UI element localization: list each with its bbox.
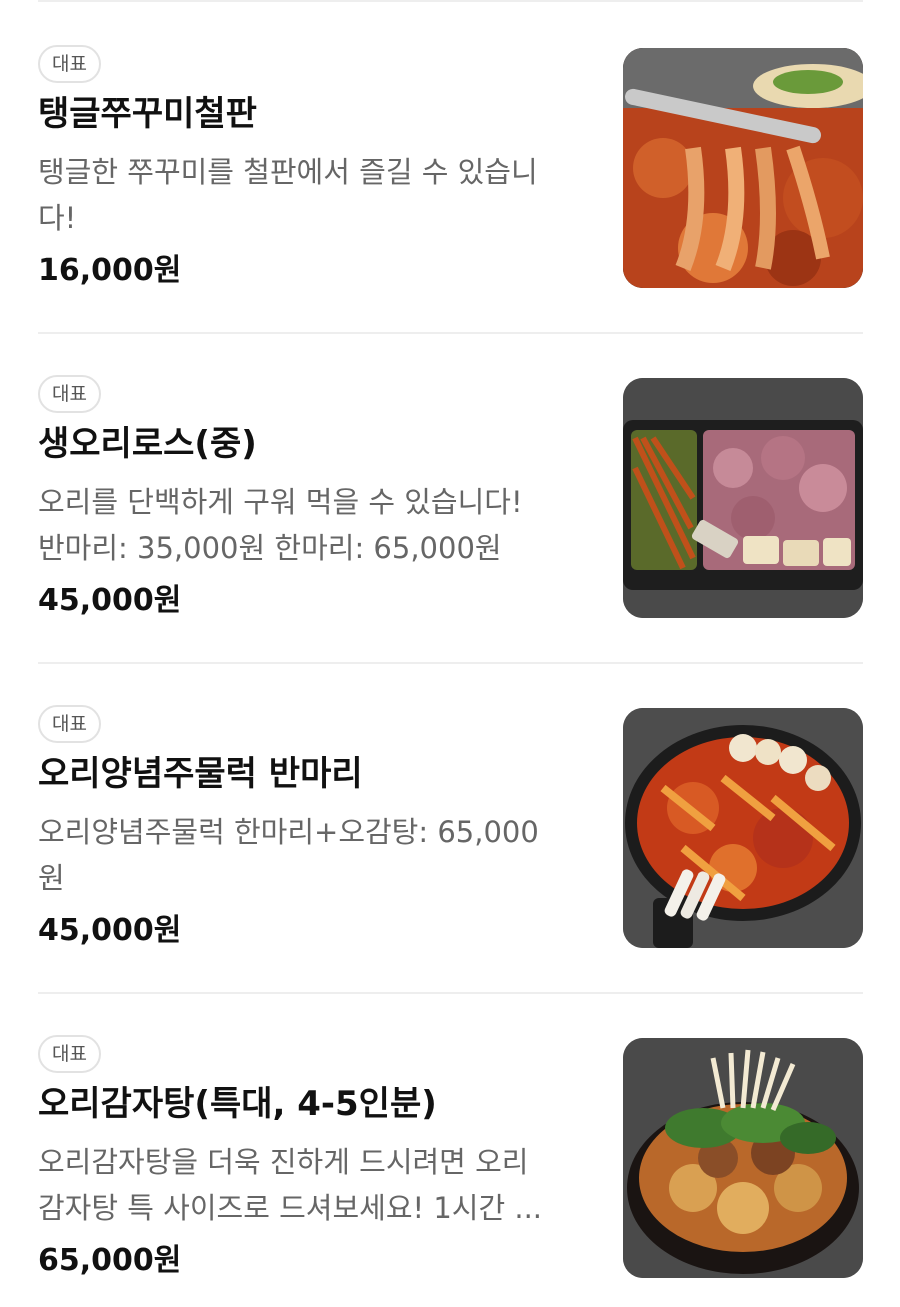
menu-item-description: 오리감자탕을 더욱 진하게 드시려면 오리 감자탕 특 사이즈로 드셔보세요! … xyxy=(38,1139,583,1231)
menu-item-description: 오리양념주물럭 한마리+오감탕: 65,000 원 xyxy=(38,809,583,901)
spicy-duck-pan-photo[interactable] xyxy=(623,708,863,948)
menu-item-description-line: 반마리: 35,000원 한마리: 65,000원 xyxy=(38,531,502,565)
menu-item-price: 45,000원 xyxy=(38,583,182,618)
menu-item[interactable]: 대표 탱글쭈꾸미철판 탱글한 쭈꾸미를 철판에서 즐길 수 있습니 다! 16,… xyxy=(38,45,863,288)
menu-item-price: 16,000원 xyxy=(38,253,182,288)
divider xyxy=(38,992,863,994)
signature-badge: 대표 xyxy=(38,375,101,413)
menu-item[interactable]: 대표 생오리로스(중) 오리를 단백하게 구워 먹을 수 있습니다! 반마리: … xyxy=(38,375,863,618)
menu-item-description-line: 오리양념주물럭 한마리+오감탕: 65,000 xyxy=(38,815,539,849)
menu-item-name: 오리양념주물럭 반마리 xyxy=(38,754,363,794)
menu-item-description-line: 탱글한 쭈꾸미를 철판에서 즐길 수 있습니 xyxy=(38,155,538,189)
divider xyxy=(38,332,863,334)
menu-item-name: 오리감자탕(특대, 4-5인분) xyxy=(38,1084,437,1124)
menu-item-description-line: 감자탕 특 사이즈로 드셔보세요! 1시간 ... xyxy=(38,1191,543,1225)
menu-item-description-line: 다! xyxy=(38,201,77,235)
octopus-stir-fry-photo[interactable] xyxy=(623,48,863,288)
signature-badge: 대표 xyxy=(38,45,101,83)
menu-list: 대표 탱글쭈꾸미철판 탱글한 쭈꾸미를 철판에서 즐길 수 있습니 다! 16,… xyxy=(0,0,900,1307)
menu-item[interactable]: 대표 오리감자탕(특대, 4-5인분) 오리감자탕을 더욱 진하게 드시려면 오… xyxy=(38,1035,863,1278)
menu-item-name: 탱글쭈꾸미철판 xyxy=(38,94,257,134)
duck-roast-photo[interactable] xyxy=(623,378,863,618)
menu-item-description-line: 오리를 단백하게 구워 먹을 수 있습니다! xyxy=(38,485,523,519)
signature-badge: 대표 xyxy=(38,1035,101,1073)
menu-item-name: 생오리로스(중) xyxy=(38,424,257,464)
menu-item-description: 탱글한 쭈꾸미를 철판에서 즐길 수 있습니 다! xyxy=(38,149,583,241)
signature-badge: 대표 xyxy=(38,705,101,743)
menu-item-description-line: 원 xyxy=(38,861,65,895)
menu-item[interactable]: 대표 오리양념주물럭 반마리 오리양념주물럭 한마리+오감탕: 65,000 원… xyxy=(38,705,863,948)
menu-item-price: 45,000원 xyxy=(38,913,182,948)
menu-item-price: 65,000원 xyxy=(38,1243,182,1278)
menu-item-description: 오리를 단백하게 구워 먹을 수 있습니다! 반마리: 35,000원 한마리:… xyxy=(38,479,583,571)
menu-item-description-line: 오리감자탕을 더욱 진하게 드시려면 오리 xyxy=(38,1145,529,1179)
divider xyxy=(38,662,863,664)
duck-potato-stew-photo[interactable] xyxy=(623,1038,863,1278)
